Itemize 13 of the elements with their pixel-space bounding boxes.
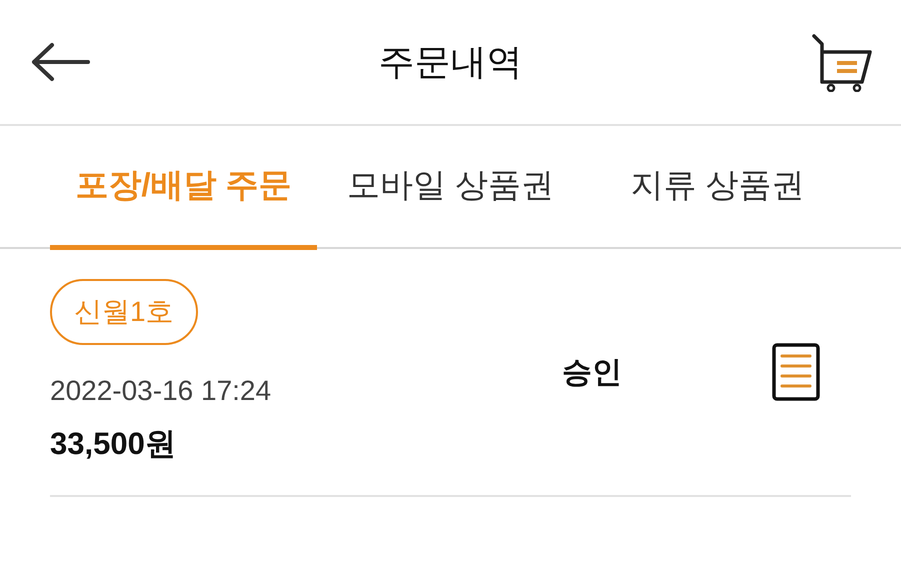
store-badge: 신월1호 <box>50 279 198 345</box>
cart-button[interactable] <box>811 32 873 92</box>
order-status: 승인 <box>562 354 623 390</box>
page-title: 주문내역 <box>378 40 522 84</box>
order-amount: 33,500원 <box>50 425 176 463</box>
back-arrow-icon <box>30 42 90 82</box>
cart-icon <box>811 32 873 92</box>
order-date: 2022-03-16 17:24 <box>50 375 272 407</box>
receipt-icon <box>772 343 820 401</box>
tab[interactable]: 모바일 상품권 <box>317 126 584 250</box>
receipt-button[interactable] <box>772 343 820 401</box>
tab[interactable]: 지류 상품권 <box>584 126 851 250</box>
back-button[interactable] <box>30 42 90 82</box>
